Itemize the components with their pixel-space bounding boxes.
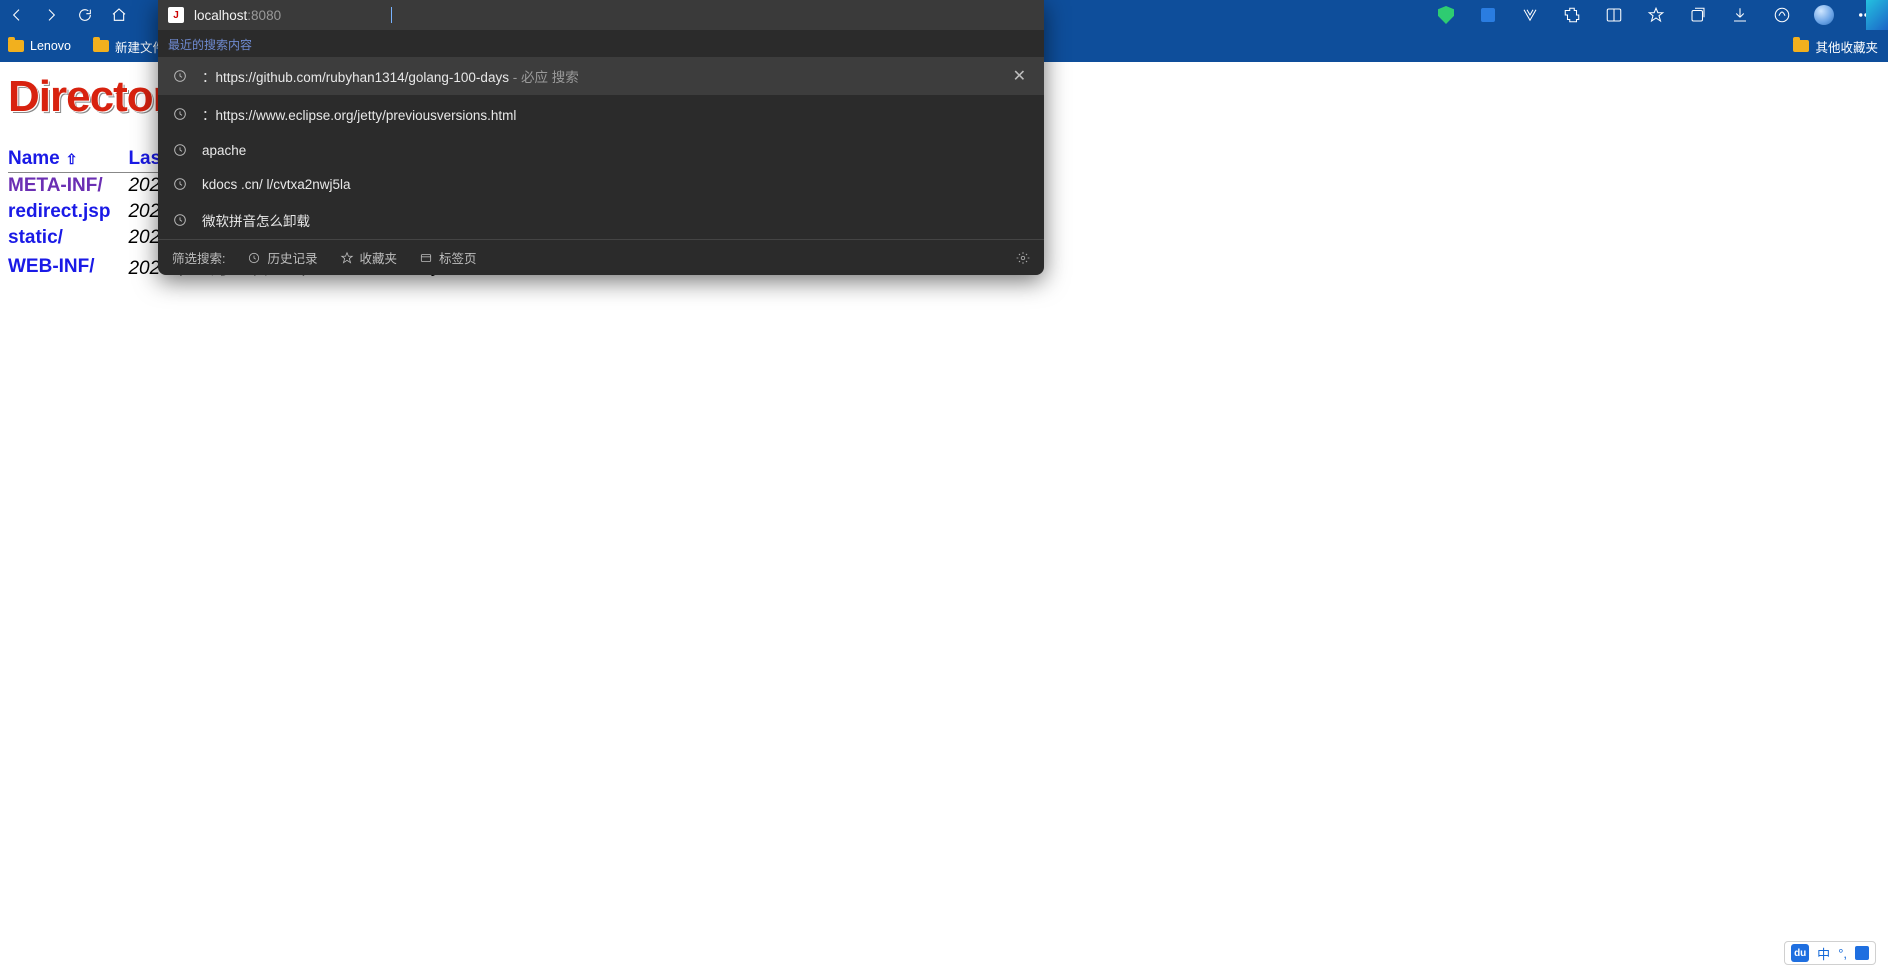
history-icon	[172, 212, 188, 228]
dir-link[interactable]: WEB-INF/	[8, 256, 95, 277]
back-button[interactable]	[0, 0, 34, 30]
collections-button[interactable]	[1688, 5, 1708, 25]
address-bar[interactable]: J localhost:8080	[158, 0, 1044, 30]
remove-suggestion-button[interactable]: ✕	[1009, 66, 1030, 86]
suggestion-item[interactable]: ：https://www.eclipse.org/jetty/previousv…	[158, 95, 1044, 133]
col-name[interactable]: Name⇧	[8, 146, 128, 173]
suggestion-item[interactable]: kdocs .cn/ l/cvtxa2nwj5la	[158, 167, 1044, 201]
favorites-button[interactable]	[1646, 5, 1666, 25]
media-button[interactable]	[1478, 5, 1498, 25]
filter-favorites[interactable]: 收藏夹	[340, 248, 398, 267]
extensions-button[interactable]	[1562, 5, 1582, 25]
refresh-button[interactable]	[68, 0, 102, 30]
suggestion-item[interactable]: apache	[158, 133, 1044, 167]
omnibox-footer: 筛选搜索: 历史记录 收藏夹 标签页	[158, 239, 1044, 275]
suggestion-item[interactable]: 微软拼音怎么卸载	[158, 201, 1044, 239]
vue-devtools-icon[interactable]	[1520, 5, 1540, 25]
ime-keypad-icon	[1855, 946, 1869, 960]
dir-link[interactable]: static/	[8, 227, 63, 248]
suggestion-item[interactable]: ：https://github.com/rubyhan1314/golang-1…	[158, 57, 1044, 95]
address-bar-dropdown: J localhost:8080 最近的搜索内容 ：https://github…	[158, 0, 1044, 275]
home-button[interactable]	[102, 0, 136, 30]
tracking-shield-icon[interactable]	[1436, 5, 1456, 25]
ime-brand-icon: du	[1791, 944, 1809, 962]
omnibox-settings-button[interactable]	[1016, 251, 1030, 265]
suggestion-text: kdocs .cn/ l/cvtxa2nwj5la	[202, 177, 1030, 192]
performance-button[interactable]	[1772, 5, 1792, 25]
bookmark-label: Lenovo	[30, 39, 71, 53]
text-caret	[391, 7, 392, 23]
address-text: localhost:8080	[194, 8, 281, 23]
suggestion-text: 微软拼音怎么卸载	[202, 210, 1030, 230]
folder-icon	[8, 40, 24, 52]
sidebar-button[interactable]	[1604, 5, 1624, 25]
dir-link[interactable]: META-INF/	[8, 175, 103, 196]
site-favicon: J	[168, 7, 184, 23]
ime-tray[interactable]: du 中 °,	[1784, 941, 1876, 965]
filter-label: 筛选搜索:	[172, 248, 225, 267]
suggestion-text: ：https://www.eclipse.org/jetty/previousv…	[202, 104, 1030, 124]
recent-searches-label: 最近的搜索内容	[158, 30, 1044, 57]
dir-link[interactable]: redirect.jsp	[8, 201, 110, 222]
suggestion-text: apache	[202, 143, 1030, 158]
bookmark-other[interactable]: 其他收藏夹	[1793, 30, 1878, 62]
ime-lang: 中	[1817, 944, 1830, 963]
sort-up-icon: ⇧	[66, 151, 78, 167]
history-icon	[172, 68, 188, 84]
history-icon	[172, 142, 188, 158]
bookmark-lenovo[interactable]: Lenovo	[8, 39, 71, 53]
edge-split-indicator[interactable]	[1866, 0, 1888, 30]
toolbar-right	[1436, 0, 1882, 30]
filter-tabs[interactable]: 标签页	[419, 248, 477, 267]
profile-avatar[interactable]	[1814, 5, 1834, 25]
history-icon	[172, 106, 188, 122]
folder-icon	[93, 40, 109, 52]
history-icon	[172, 176, 188, 192]
downloads-button[interactable]	[1730, 5, 1750, 25]
forward-button[interactable]	[34, 0, 68, 30]
ime-punct: °,	[1838, 946, 1847, 961]
bookmark-label: 其他收藏夹	[1815, 37, 1878, 56]
suggestion-text: ：https://github.com/rubyhan1314/golang-1…	[202, 66, 995, 86]
filter-history[interactable]: 历史记录	[247, 248, 317, 267]
folder-icon	[1793, 40, 1809, 52]
